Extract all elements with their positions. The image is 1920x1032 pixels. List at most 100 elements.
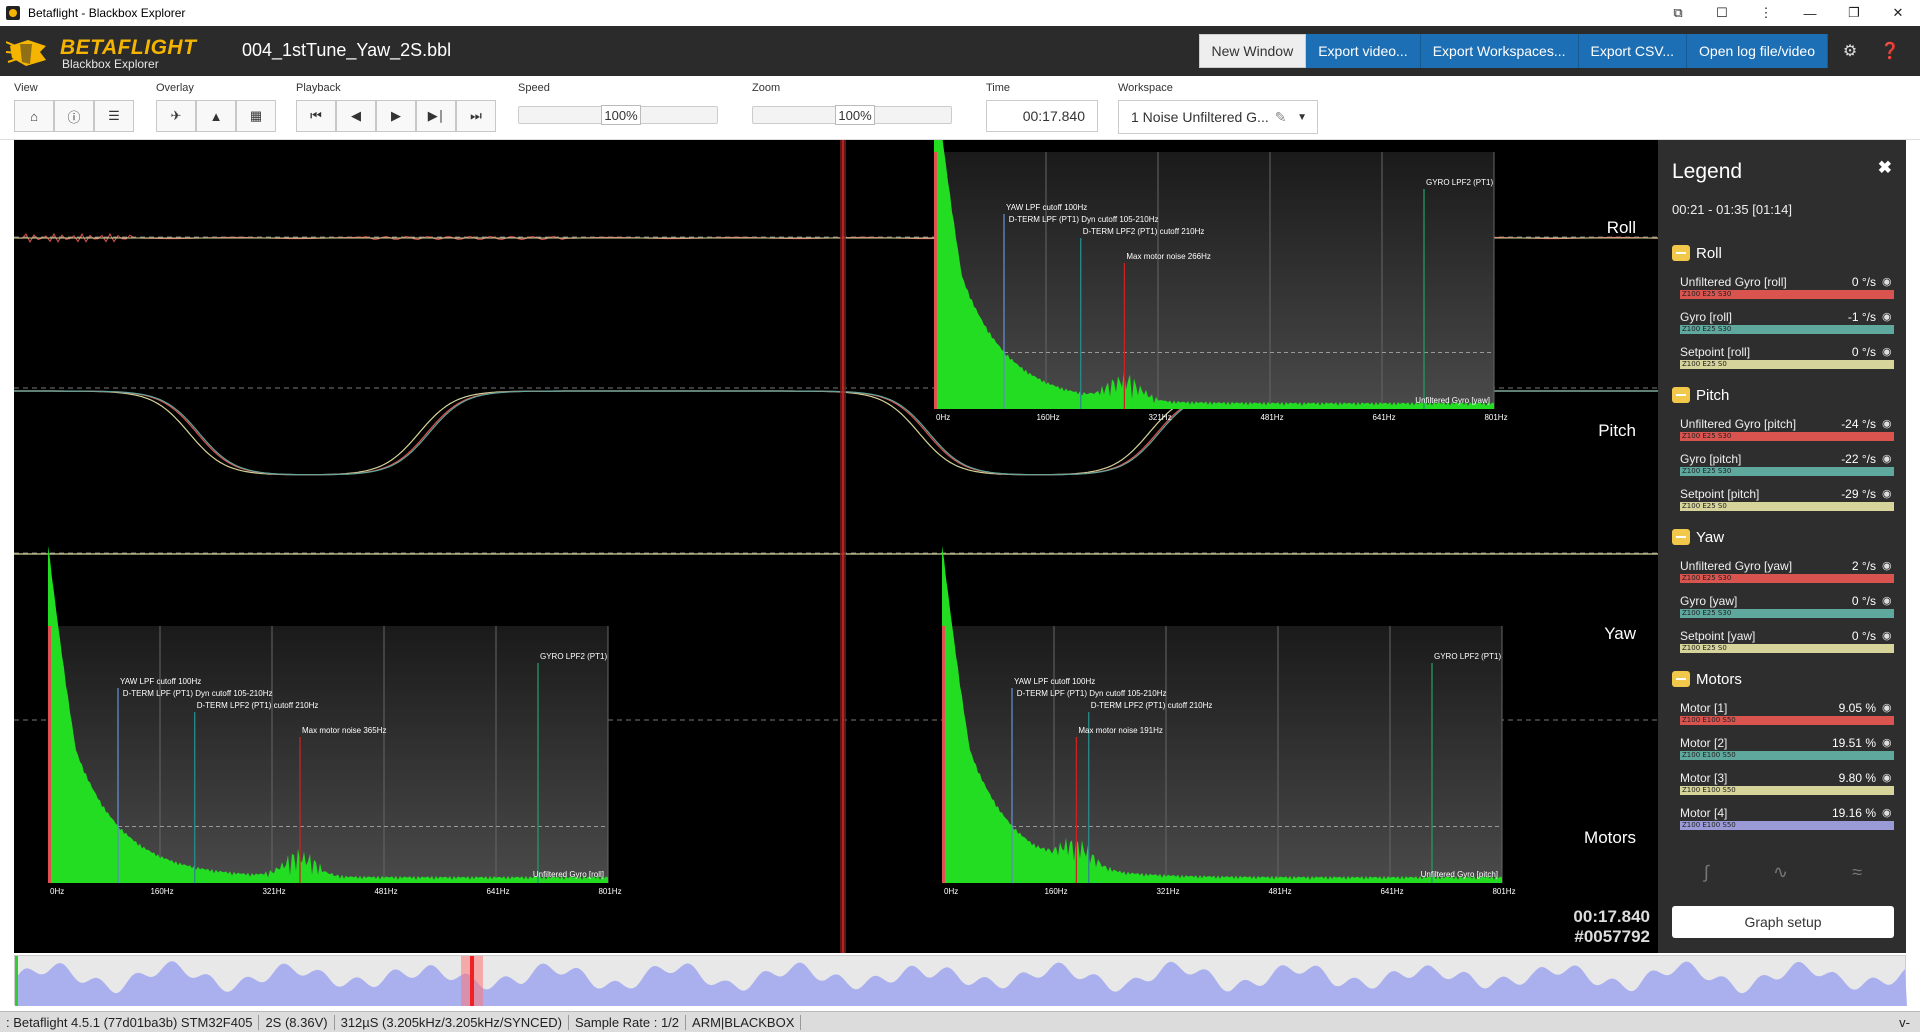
playback-group: Playback ⏮ ◀ ▶ ▶∣ ⏭: [296, 82, 496, 132]
eye-icon[interactable]: ◉: [1882, 629, 1894, 642]
restore-button[interactable]: ❐: [1832, 0, 1876, 26]
graph-lines: YAW LPF cutoff 100Hz D-TERM LPF (PT1) Dyn…: [14, 140, 1658, 953]
spectrum-tick-label: 481Hz: [1260, 413, 1283, 422]
legend-group-header[interactable]: Pitch: [1672, 384, 1894, 406]
legend-item[interactable]: Gyro [pitch] -22 °/s ◉ Z100 E25 S30: [1672, 451, 1894, 476]
zoom-slider[interactable]: 100%: [752, 105, 952, 125]
eye-icon[interactable]: ◉: [1882, 806, 1894, 819]
export-workspaces-button[interactable]: Export Workspaces...: [1420, 34, 1579, 68]
jump-start-icon[interactable]: ⏮: [296, 100, 336, 132]
graph-setup-button[interactable]: Graph setup: [1672, 906, 1894, 938]
spectrum-marker-label: GYRO LPF2 (PT1): [1426, 178, 1493, 187]
translate-icon[interactable]: ⧉: [1656, 0, 1700, 26]
log-table-icon[interactable]: ☰: [94, 100, 134, 132]
spectrum-tick-label: 801Hz: [1492, 887, 1515, 896]
spectrum-tick-label: 160Hz: [150, 887, 173, 896]
spectrum-tick-label: 801Hz: [598, 887, 621, 896]
log-graph-canvas[interactable]: YAW LPF cutoff 100Hz D-TERM LPF (PT1) Dyn…: [14, 140, 1658, 953]
legend-item[interactable]: Setpoint [roll] 0 °/s ◉ Z100 E25 S0: [1672, 344, 1894, 369]
legend-group-yaw: Yaw Unfiltered Gyro [yaw] 2 °/s ◉ Z100 E25 S…: [1672, 526, 1894, 653]
legend-item-scale: Z100 E100 S50: [1680, 751, 1894, 760]
legend-item[interactable]: Motor [4] 19.16 % ◉ Z100 E100 S50: [1672, 805, 1894, 830]
axis-label-pitch: Pitch: [1598, 421, 1636, 440]
menu-dots-icon[interactable]: ⋮: [1744, 0, 1788, 26]
eye-icon[interactable]: ◉: [1882, 594, 1894, 607]
betaflight-logo: BETAFLIGHT Blackbox Explorer: [6, 32, 206, 72]
time-input[interactable]: 00:17.840: [986, 100, 1098, 132]
workspace-label: Workspace: [1118, 82, 1173, 94]
overlay-label: Overlay: [156, 82, 194, 94]
legend-item[interactable]: Unfiltered Gyro [pitch] -24 °/s ◉ Z100 E25 …: [1672, 416, 1894, 441]
speed-slider-handle[interactable]: 100%: [601, 105, 641, 125]
legend-item-scale: Z100 E25 S30: [1680, 609, 1894, 618]
legend-group-header[interactable]: Roll: [1672, 242, 1894, 264]
extension-icon[interactable]: ☐: [1700, 0, 1744, 26]
time-readout: 00:17.840 #0057792: [1573, 907, 1650, 947]
eye-icon[interactable]: ◉: [1882, 701, 1894, 714]
legend-item[interactable]: Motor [2] 19.51 % ◉ Z100 E100 S50: [1672, 735, 1894, 760]
spectrum-tick-label: 321Hz: [1148, 413, 1171, 422]
minimize-button[interactable]: —: [1788, 0, 1832, 26]
spectrum-response-icon[interactable]: ≈: [1852, 862, 1862, 883]
legend-item-scale: Z100 E100 S50: [1680, 786, 1894, 795]
workspace-select[interactable]: 1 Noise Unfiltered G... ✎ ▼: [1118, 100, 1318, 134]
seek-bar[interactable]: [14, 955, 1907, 1006]
legend-item[interactable]: Motor [1] 9.05 % ◉ Z100 E100 S50: [1672, 700, 1894, 725]
seek-playhead[interactable]: [470, 956, 474, 1006]
speed-slider[interactable]: 100%: [518, 105, 718, 125]
legend-group-header[interactable]: Yaw: [1672, 526, 1894, 548]
collapse-toggle-icon[interactable]: [1672, 671, 1690, 687]
spectrum-source-label: Unfiltered Gyro [yaw]: [1415, 396, 1490, 405]
eye-icon[interactable]: ◉: [1882, 417, 1894, 430]
eye-icon[interactable]: ◉: [1882, 487, 1894, 500]
close-icon[interactable]: ✖: [1878, 158, 1892, 178]
spectrum-dc-spike: [942, 626, 945, 883]
spectrum-noise-icon[interactable]: ∿: [1773, 862, 1788, 883]
legend-item-value: 9.05 %: [1838, 700, 1876, 715]
eye-icon[interactable]: ◉: [1882, 310, 1894, 323]
time-group: Time 00:17.840: [986, 82, 1098, 132]
step-forward-icon[interactable]: ▶∣: [416, 100, 456, 132]
bee-logo-icon: [6, 40, 46, 66]
legend-item[interactable]: Gyro [yaw] 0 °/s ◉ Z100 E25 S30: [1672, 593, 1894, 618]
legend-item[interactable]: Unfiltered Gyro [yaw] 2 °/s ◉ Z100 E25 S30: [1672, 558, 1894, 583]
axis-label-motors: Motors: [1584, 828, 1636, 847]
step-back-icon[interactable]: ◀: [336, 100, 376, 132]
eye-icon[interactable]: ◉: [1882, 771, 1894, 784]
eye-icon[interactable]: ◉: [1882, 559, 1894, 572]
legend-item[interactable]: Setpoint [yaw] 0 °/s ◉ Z100 E25 S0: [1672, 628, 1894, 653]
legend-group-header[interactable]: Motors: [1672, 668, 1894, 690]
collapse-toggle-icon[interactable]: [1672, 529, 1690, 545]
help-icon[interactable]: ❓: [1870, 41, 1910, 61]
chevron-down-icon[interactable]: ▼: [1297, 112, 1307, 123]
home-icon[interactable]: ⌂: [14, 100, 54, 132]
legend-item[interactable]: Motor [3] 9.80 % ◉ Z100 E100 S50: [1672, 770, 1894, 795]
export-video-button[interactable]: Export video...: [1306, 34, 1421, 68]
legend-item[interactable]: Unfiltered Gyro [roll] 0 °/s ◉ Z100 E25 S30: [1672, 274, 1894, 299]
eye-icon[interactable]: ◉: [1882, 736, 1894, 749]
info-icon[interactable]: ⓘ: [54, 100, 94, 132]
legend-item[interactable]: Gyro [roll] -1 °/s ◉ Z100 E25 S30: [1672, 309, 1894, 334]
legend-item[interactable]: Setpoint [pitch] -29 °/s ◉ Z100 E25 S0: [1672, 486, 1894, 511]
new-window-button[interactable]: New Window: [1198, 34, 1307, 68]
close-window-button[interactable]: ✕: [1876, 0, 1920, 26]
eye-icon[interactable]: ◉: [1882, 275, 1894, 288]
play-icon[interactable]: ▶: [376, 100, 416, 132]
sticks-icon[interactable]: ▲: [196, 100, 236, 132]
export-csv-button[interactable]: Export CSV...: [1578, 34, 1688, 68]
edit-pencil-icon[interactable]: ✎: [1275, 109, 1287, 126]
spectrum-tick-label: 321Hz: [1156, 887, 1179, 896]
spectrum-freq-icon[interactable]: ∫: [1704, 862, 1709, 883]
analyser-icon[interactable]: ▦: [236, 100, 276, 132]
craft-icon[interactable]: ✈: [156, 100, 196, 132]
status-battery: 2S (8.36V): [259, 1014, 335, 1030]
collapse-toggle-icon[interactable]: [1672, 245, 1690, 261]
legend-item-scale: Z100 E25 S0: [1680, 360, 1894, 369]
open-log-button[interactable]: Open log file/video: [1687, 34, 1828, 68]
eye-icon[interactable]: ◉: [1882, 452, 1894, 465]
zoom-slider-handle[interactable]: 100%: [835, 105, 875, 125]
gear-icon[interactable]: ⚙: [1830, 41, 1870, 61]
jump-end-icon[interactable]: ⏭: [456, 100, 496, 132]
collapse-toggle-icon[interactable]: [1672, 387, 1690, 403]
eye-icon[interactable]: ◉: [1882, 345, 1894, 358]
